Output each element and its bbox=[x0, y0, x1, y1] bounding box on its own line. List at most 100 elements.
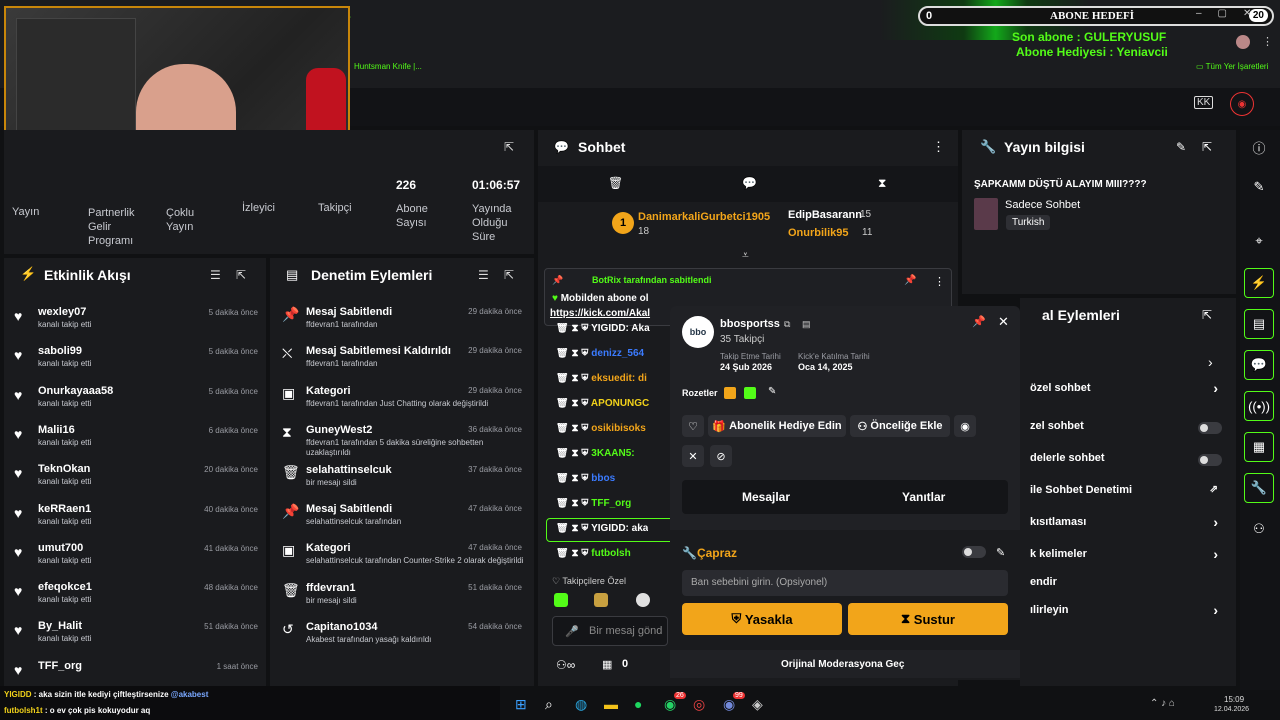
activity-item[interactable]: ♥ keRRaen1 kanalı takip etti 40 dakika önce bbox=[14, 503, 264, 541]
toggle[interactable] bbox=[1198, 454, 1222, 466]
windows-start-icon[interactable]: ⊞ bbox=[515, 696, 527, 713]
clock-time[interactable]: 15:09 bbox=[1224, 695, 1244, 704]
system-tray[interactable]: ⌃ ♪ ⌂ bbox=[1150, 698, 1175, 709]
hourglass-icon[interactable]: ⧗ bbox=[571, 448, 578, 459]
moderation-item[interactable]: 🗑 selahattinselcuk 37 dakika önce bir mesaj… bbox=[282, 464, 526, 504]
heart-icon[interactable]: ♡ bbox=[682, 415, 704, 437]
moderation-item[interactable]: ↺ Capitano1034 54 dakika önce Akabest taraf… bbox=[282, 621, 526, 661]
folder-icon[interactable]: ▬ bbox=[604, 696, 618, 712]
channel-action-item[interactable]: delerle sohbet bbox=[1030, 452, 1226, 470]
moderation-item[interactable]: 📌 Mesaj Sabitlendi 47 dakika önce selahatti… bbox=[282, 503, 526, 543]
layout-icon[interactable]: ▦ bbox=[1244, 432, 1274, 462]
eye-icon[interactable]: ◉ bbox=[954, 415, 976, 437]
chat-message[interactable]: 🗑 ⧗ ⛨ 3KAAN5: bbox=[556, 448, 635, 468]
live-icon[interactable]: ◉ bbox=[1230, 92, 1254, 116]
trash-icon[interactable]: 🗑 bbox=[556, 548, 569, 559]
activity-item[interactable]: ♥ saboli99 kanalı takip etti 5 dakika önce bbox=[14, 345, 264, 383]
crosshair-icon[interactable]: ⌖ bbox=[1244, 226, 1274, 256]
moderation-item[interactable]: ⧗ GuneyWest2 36 dakika önce ffdevran1 taraf… bbox=[282, 424, 526, 464]
people-icon[interactable]: ⚇ bbox=[1244, 514, 1274, 544]
chat-message[interactable]: 🗑 ⧗ ⛨ YIGIDD: Aka bbox=[556, 323, 650, 343]
toggle[interactable] bbox=[1198, 422, 1222, 434]
tab-replies[interactable]: Yanıtlar bbox=[902, 490, 945, 504]
chat-input[interactable]: 🎤 Bir mesaj gönd bbox=[552, 616, 668, 646]
mute-mic-icon[interactable]: ✕ bbox=[682, 445, 704, 467]
copy-icon[interactable]: ⧉ bbox=[784, 319, 790, 330]
channel-action-item[interactable]: zel sohbet bbox=[1030, 420, 1226, 438]
hourglass-icon[interactable]: ⧗ bbox=[571, 423, 578, 434]
mute-button[interactable]: ⧗ Sustur bbox=[848, 603, 1008, 635]
popout-icon[interactable]: ⇱ bbox=[1202, 140, 1212, 154]
channel-action-item[interactable]: kısıtlaması › bbox=[1030, 514, 1226, 534]
bolt-icon[interactable]: ⚡ bbox=[1244, 268, 1274, 298]
unpin-icon[interactable]: 📌 bbox=[904, 275, 916, 286]
trash-icon[interactable]: 🗑 bbox=[556, 473, 569, 484]
search-icon[interactable]: ⌕ bbox=[545, 696, 553, 713]
spotify-icon[interactable]: ● bbox=[634, 696, 642, 712]
filter-icon[interactable]: ☰ bbox=[210, 268, 221, 282]
edit-icon[interactable]: ✎ bbox=[1244, 172, 1274, 202]
channel-action-item[interactable]: k kelimeler › bbox=[1030, 546, 1226, 566]
card-icon[interactable]: ▤ bbox=[802, 319, 811, 330]
document-icon[interactable]: ▤ bbox=[1244, 309, 1274, 339]
hourglass-icon[interactable]: ⧗ bbox=[571, 398, 578, 409]
profile-avatar[interactable] bbox=[1236, 35, 1250, 49]
channel-action-item[interactable]: endir bbox=[1030, 576, 1226, 594]
user-name[interactable]: bbosportss bbox=[720, 318, 780, 330]
emote-ball[interactable] bbox=[636, 593, 650, 607]
wrench-icon[interactable]: 🔧 bbox=[1244, 473, 1274, 503]
popout-icon[interactable]: ⇱ bbox=[1202, 308, 1212, 322]
tab-messages[interactable]: Mesajlar bbox=[742, 490, 790, 504]
trash-icon[interactable]: 🗑 bbox=[556, 398, 569, 409]
hourglass-icon[interactable]: ⧗ bbox=[878, 176, 886, 191]
clock-date[interactable]: 12.04.2026 bbox=[1214, 706, 1249, 713]
switch-mod-button[interactable]: Orijinal Moderasyona Geç bbox=[781, 659, 904, 670]
chat-message[interactable]: 🗑 ⧗ ⛨ APONUNGC bbox=[556, 398, 649, 418]
trash-icon[interactable]: 🗑 bbox=[556, 373, 569, 384]
hourglass-icon[interactable]: ⧗ bbox=[571, 348, 578, 359]
channel-action-item[interactable]: ile Sohbet Denetimi ⇗ bbox=[1030, 484, 1226, 502]
channel-action-item[interactable]: özel sohbet › bbox=[1030, 380, 1226, 400]
kick-icon[interactable]: KK bbox=[1194, 96, 1214, 109]
activity-item[interactable]: ♥ Onurkayaaa58 kanalı takip etti 5 dakika ö… bbox=[14, 385, 264, 423]
emote-gold[interactable] bbox=[594, 593, 608, 607]
top-gifter-3-name[interactable]: Onurbilik95 bbox=[788, 227, 849, 239]
hourglass-icon[interactable]: ⧗ bbox=[571, 323, 578, 334]
ban-icon[interactable]: ⊘ bbox=[710, 445, 732, 467]
chat-icon[interactable]: 💬 bbox=[1244, 350, 1274, 380]
close-icon[interactable]: ✕ bbox=[998, 314, 1009, 330]
edit-icon[interactable]: ✎ bbox=[1176, 140, 1186, 154]
category-name[interactable]: Sadece Sohbet bbox=[1005, 199, 1080, 211]
hourglass-icon[interactable]: ⧗ bbox=[571, 548, 578, 559]
popout-icon[interactable]: ⇱ bbox=[504, 140, 514, 154]
chat-message[interactable]: 🗑 ⧗ ⛨ osikibisoks bbox=[556, 423, 646, 443]
ban-reason-input[interactable]: Ban sebebini girin. (Opsiyonel) bbox=[682, 570, 1008, 596]
edit-icon[interactable]: ✎ bbox=[768, 386, 776, 397]
moderation-item[interactable]: 🗑 ffdevran1 51 dakika önce bir mesajı sildi bbox=[282, 582, 526, 622]
hourglass-icon[interactable]: ⧗ bbox=[571, 373, 578, 384]
kebab-menu-icon[interactable]: ⋮ bbox=[934, 275, 945, 288]
activity-item[interactable]: ♥ efeqokce1 kanalı takip etti 48 dakika önc… bbox=[14, 581, 264, 619]
pinned-link[interactable]: https://kick.com/Akal bbox=[550, 308, 650, 319]
top-gifter-1-name[interactable]: DanimarkaliGurbetci1905 bbox=[638, 211, 770, 223]
activity-item[interactable]: ♥ Malii16 kanalı takip etti 6 dakika önce bbox=[14, 424, 264, 462]
all-bookmarks[interactable]: ▭ Tüm Yer İşaretleri bbox=[1196, 62, 1268, 71]
browser-menu-icon[interactable]: ⋮ bbox=[1262, 35, 1273, 48]
bookmark-item[interactable]: Huntsman Knife |... bbox=[354, 62, 422, 71]
pin-icon[interactable]: 📌 bbox=[972, 315, 986, 328]
emote-green[interactable] bbox=[554, 593, 568, 607]
ban-button[interactable]: ⛨ Yasakla bbox=[682, 603, 842, 635]
edit-icon[interactable]: ✎ bbox=[996, 546, 1005, 559]
edge-icon[interactable]: ◍ bbox=[575, 696, 587, 713]
cross-toggle[interactable] bbox=[962, 546, 986, 558]
trash-icon[interactable]: 🗑 bbox=[556, 448, 569, 459]
top-gifter-2-name[interactable]: EdipBasarann bbox=[788, 209, 862, 221]
chat-message[interactable]: 🗑 ⧗ ⛨ futbolsh bbox=[556, 548, 631, 568]
activity-item[interactable]: ♥ By_Halit kanalı takip etti 51 dakika önce bbox=[14, 620, 264, 658]
whatsapp-icon[interactable]: ◉ bbox=[664, 696, 676, 713]
filter-icon[interactable]: ☰ bbox=[478, 268, 489, 282]
window-controls[interactable]: –▢✕ bbox=[1196, 8, 1267, 19]
channel-action-item[interactable]: ılirleyin › bbox=[1030, 602, 1226, 622]
activity-item[interactable]: ♥ wexley07 kanalı takip etti 5 dakika önce bbox=[14, 306, 264, 344]
chevron-right-icon[interactable]: › bbox=[1208, 354, 1213, 370]
